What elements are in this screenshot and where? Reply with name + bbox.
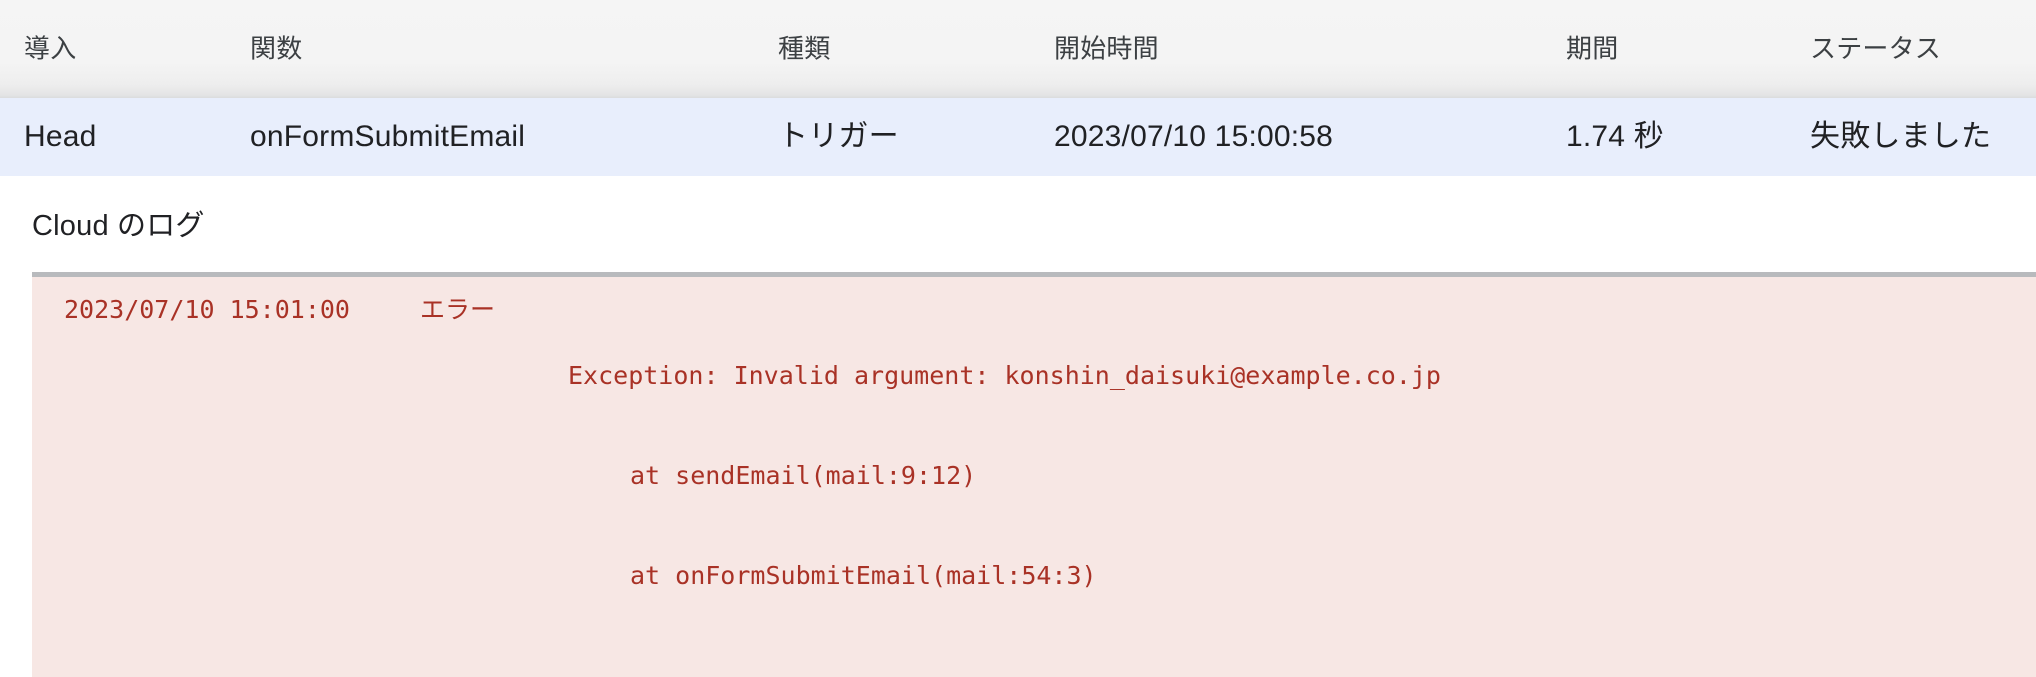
cell-start-time: 2023/07/10 15:00:58 [1054,120,1334,153]
cell-type: トリガー [778,120,899,153]
status-badge: 失敗しました [1810,120,1992,153]
column-header-deployment[interactable]: 導入 [24,33,76,64]
cloud-logs-section: Cloud のログ 2023/07/10 15:01:00 エラー Except… [0,176,2036,677]
cell-function: onFormSubmitEmail [250,120,526,153]
log-stack-frame: at sendEmail(mail:9:12) [630,461,977,491]
cell-duration: 1.74 秒 [1566,120,1664,153]
cloud-logs-title: Cloud のログ [32,210,205,242]
executions-table: 導入 関数 種類 開始時間 期間 ステータス Head onFormSubmit… [0,0,2036,176]
column-header-type[interactable]: 種類 [778,33,830,64]
log-level: エラー [420,294,496,324]
column-header-function[interactable]: 関数 [250,33,302,64]
log-entry[interactable]: 2023/07/10 15:01:00 エラー Exception: Inval… [32,293,2036,659]
cell-deployment: Head [24,120,97,153]
table-row[interactable]: Head onFormSubmitEmail トリガー 2023/07/10 1… [0,98,2036,176]
log-panel: 2023/07/10 15:01:00 エラー Exception: Inval… [32,271,2036,677]
log-stack-frame: at onFormSubmitEmail(mail:54:3) [630,560,1097,590]
column-header-status[interactable]: ステータス [1810,33,1941,64]
table-header-row: 導入 関数 種類 開始時間 期間 ステータス [0,0,2036,98]
log-timestamp: 2023/07/10 15:01:00 [64,294,350,324]
log-message: Exception: Invalid argument: konshin_dai… [568,293,2036,659]
column-header-start-time[interactable]: 開始時間 [1054,33,1159,64]
log-message-line: Exception: Invalid argument: konshin_dai… [568,361,1441,391]
column-header-duration[interactable]: 期間 [1566,33,1618,64]
